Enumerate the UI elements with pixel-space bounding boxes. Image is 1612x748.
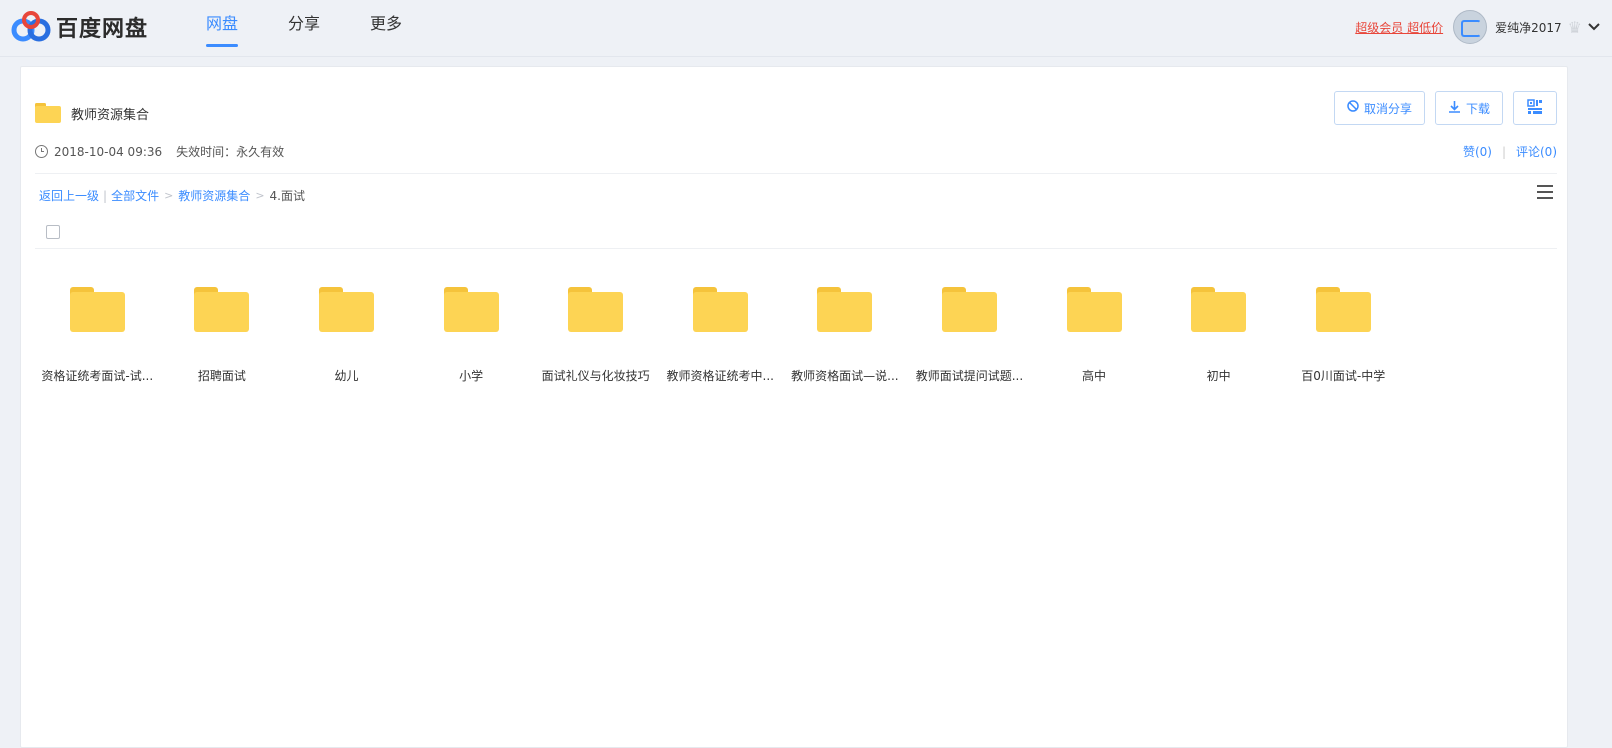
- chevron-down-icon[interactable]: [1588, 20, 1600, 34]
- share-title: 教师资源集合: [35, 103, 149, 123]
- logo[interactable]: 百度网盘: [10, 10, 148, 44]
- breadcrumb-folder[interactable]: 教师资源集合: [178, 187, 250, 204]
- folder-name: 幼儿: [334, 369, 359, 383]
- folder-name: 百0川面试-中学: [1301, 369, 1386, 383]
- folder-item[interactable]: 面试礼仪与化妆技巧: [533, 287, 658, 384]
- folder-icon: [1191, 287, 1247, 332]
- crown-icon: ♛: [1567, 17, 1582, 37]
- folder-icon: [194, 287, 250, 332]
- breadcrumb: 返回上一级 | 全部文件 > 教师资源集合 > 4.面试: [39, 187, 305, 204]
- username[interactable]: 爱纯净2017: [1495, 19, 1562, 36]
- comment-link[interactable]: 评论(0): [1516, 143, 1557, 160]
- share-date: 2018-10-04 09:36: [54, 144, 163, 159]
- folder-icon: [692, 287, 748, 332]
- breadcrumb-pipe: |: [103, 188, 108, 203]
- user-area: 超级会员 超低价 爱纯净2017 ♛: [1355, 10, 1600, 44]
- share-title-text: 教师资源集合: [71, 107, 150, 123]
- folder-icon: [443, 287, 499, 332]
- folder-name: 高中: [1082, 369, 1107, 383]
- file-grid: 资格证统考面试-试... 招聘面试 幼儿 小学 面试礼仪与化妆技巧 教师资格证统…: [35, 287, 1406, 384]
- folder-name: 小学: [459, 369, 484, 383]
- folder-name: 初中: [1206, 369, 1231, 383]
- share-panel: 教师资源集合 2018-10-04 09:36 失效时间：永久有效 取消分享 下…: [20, 66, 1568, 748]
- qr-code-button[interactable]: [1513, 91, 1557, 125]
- breadcrumb-separator: >: [164, 189, 174, 202]
- folder-icon: [941, 287, 997, 332]
- folder-item[interactable]: 教师资格面试—说...: [783, 287, 908, 384]
- folder-item[interactable]: 资格证统考面试-试...: [35, 287, 160, 384]
- breadcrumb-all-files[interactable]: 全部文件: [111, 187, 159, 204]
- clock-icon: [35, 145, 48, 158]
- main-nav: 网盘 分享 更多: [206, 0, 452, 48]
- download-button[interactable]: 下载: [1434, 91, 1503, 125]
- folder-name: 招聘面试: [197, 369, 246, 383]
- folder-item[interactable]: 教师面试提问试题...: [907, 287, 1032, 384]
- folder-item[interactable]: 初中: [1156, 287, 1281, 384]
- folder-icon: [1315, 287, 1371, 332]
- select-all-checkbox[interactable]: [46, 225, 60, 239]
- folder-item[interactable]: 小学: [409, 287, 534, 384]
- folder-name: 教师资格面试—说...: [791, 369, 899, 383]
- nav-item-netdisk[interactable]: 网盘: [206, 0, 239, 48]
- cancel-share-label: 取消分享: [1363, 101, 1412, 116]
- qr-code-icon: [1527, 98, 1543, 118]
- breadcrumb-separator: >: [255, 189, 265, 202]
- folder-item[interactable]: 招聘面试: [160, 287, 285, 384]
- nav-item-share[interactable]: 分享: [288, 0, 320, 48]
- folder-name: 面试礼仪与化妆技巧: [541, 369, 650, 383]
- folder-icon: [1066, 287, 1122, 332]
- folder-icon: [69, 287, 125, 332]
- folder-name: 教师面试提问试题...: [915, 369, 1024, 383]
- folder-item[interactable]: 高中: [1032, 287, 1157, 384]
- logo-text: 百度网盘: [56, 17, 149, 42]
- breadcrumb-current: 4.面试: [269, 189, 305, 203]
- folder-name: 资格证统考面试-试...: [41, 369, 154, 383]
- nav-item-more[interactable]: 更多: [370, 0, 402, 48]
- folder-item[interactable]: 幼儿: [284, 287, 409, 384]
- share-meta: 2018-10-04 09:36 失效时间：永久有效: [35, 143, 284, 160]
- divider: [35, 173, 1557, 174]
- divider: [35, 248, 1557, 249]
- folder-item[interactable]: 教师资格证统考中...: [658, 287, 783, 384]
- cancel-icon: [1347, 100, 1359, 116]
- vip-promo-link[interactable]: 超级会员 超低价: [1355, 19, 1443, 36]
- folder-icon: [318, 287, 374, 332]
- social-separator: |: [1501, 144, 1506, 159]
- list-view-toggle-icon[interactable]: [1537, 185, 1553, 203]
- baidu-netdisk-logo-icon: [10, 10, 52, 44]
- top-bar: 百度网盘 网盘 分享 更多 超级会员 超低价 爱纯净2017 ♛: [0, 0, 1612, 57]
- expire-text: 失效时间：永久有效: [176, 145, 285, 159]
- download-label: 下载: [1465, 101, 1490, 116]
- folder-icon: [568, 287, 624, 332]
- folder-icon: [35, 103, 61, 123]
- download-icon: [1448, 100, 1461, 117]
- breadcrumb-back[interactable]: 返回上一级: [39, 187, 99, 204]
- folder-item[interactable]: 百0川面试-中学: [1281, 287, 1406, 384]
- folder-name: 教师资格证统考中...: [666, 369, 774, 383]
- avatar[interactable]: [1453, 10, 1488, 44]
- cancel-share-button[interactable]: 取消分享: [1333, 91, 1425, 125]
- like-link[interactable]: 赞(0): [1463, 143, 1492, 160]
- folder-icon: [817, 287, 873, 332]
- share-actions: 取消分享 下载: [1324, 91, 1557, 125]
- social-links: 赞(0) | 评论(0): [1463, 143, 1557, 160]
